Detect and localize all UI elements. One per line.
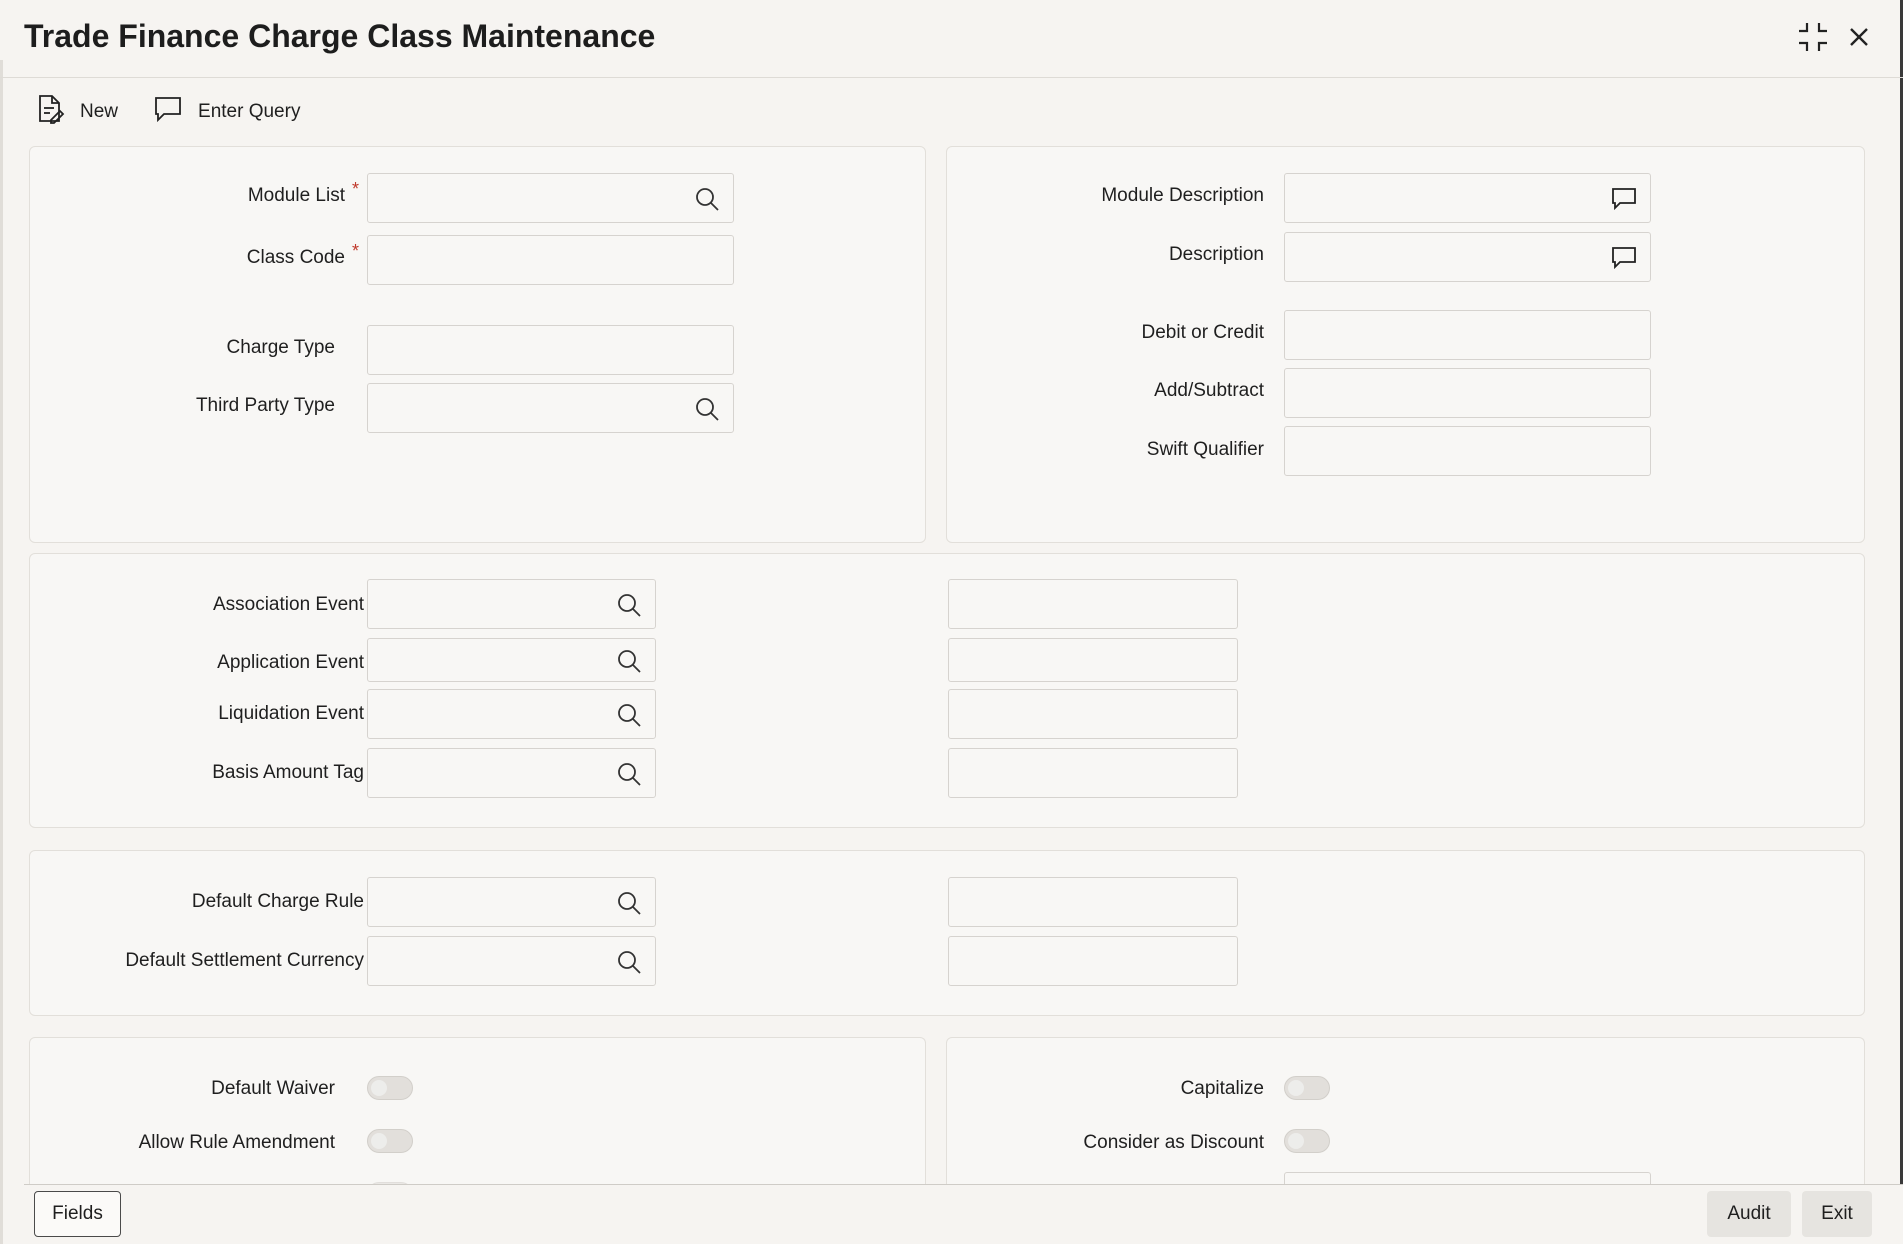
- capitalize-toggle[interactable]: [1284, 1076, 1330, 1100]
- default-charge-rule-label: Default Charge Rule: [191, 891, 364, 912]
- default-settlement-currency-label: Default Settlement Currency: [125, 950, 364, 971]
- enter-query-icon: [152, 93, 184, 131]
- module-description-input[interactable]: [1284, 173, 1651, 223]
- association-event-label: Association Event: [212, 594, 364, 615]
- debit-or-credit-input[interactable]: [1284, 310, 1651, 360]
- application-event-input[interactable]: [367, 638, 656, 682]
- search-icon[interactable]: [615, 760, 643, 788]
- application-event-label: Application Event: [217, 652, 364, 673]
- page-title: Trade Finance Charge Class Maintenance: [24, 18, 656, 54]
- capitalize-label: Capitalize: [1180, 1078, 1264, 1099]
- events-panel: Association Event Application Event Liqu…: [29, 553, 1865, 828]
- default-settlement-currency-description[interactable]: [948, 936, 1238, 986]
- third-party-type-label: Third Party Type: [195, 395, 335, 416]
- required-marker: *: [351, 241, 359, 261]
- allow-rule-amendment-toggle[interactable]: [367, 1129, 413, 1153]
- main-window: Trade Finance Charge Class Maintenance N…: [0, 0, 1903, 1244]
- required-marker: *: [351, 179, 359, 199]
- title-bar: Trade Finance Charge Class Maintenance: [0, 0, 1903, 78]
- search-icon[interactable]: [693, 395, 721, 423]
- search-icon[interactable]: [615, 889, 643, 917]
- module-description-label: Module Description: [1101, 185, 1264, 206]
- default-waiver-label: Default Waiver: [211, 1078, 335, 1099]
- toolbar: New Enter Query: [34, 92, 300, 132]
- search-icon[interactable]: [615, 647, 643, 675]
- close-icon[interactable]: [1842, 20, 1876, 54]
- module-list-label: Module List *: [247, 179, 359, 206]
- consider-as-discount-label: Consider as Discount: [1083, 1132, 1264, 1153]
- basis-amount-tag-description[interactable]: [948, 748, 1238, 798]
- comment-icon[interactable]: [1610, 244, 1638, 272]
- new-label: New: [80, 101, 119, 122]
- debit-or-credit-label: Debit or Credit: [1141, 322, 1265, 343]
- allow-rule-amendment-label: Allow Rule Amendment: [138, 1132, 335, 1153]
- charge-type-label: Charge Type: [226, 337, 335, 358]
- swift-qualifier-label: Swift Qualifier: [1146, 439, 1264, 460]
- default-charge-rule-description[interactable]: [948, 877, 1238, 927]
- minimize-icon[interactable]: [1796, 20, 1830, 54]
- search-icon[interactable]: [615, 948, 643, 976]
- footer-bar: Fields Audit Exit: [24, 1184, 1903, 1244]
- exit-button[interactable]: Exit: [1802, 1191, 1872, 1237]
- module-list-input[interactable]: [367, 173, 734, 223]
- search-icon[interactable]: [615, 591, 643, 619]
- flags-right-panel: Capitalize Consider as Discount: [946, 1037, 1865, 1197]
- liquidation-event-input[interactable]: [367, 689, 656, 739]
- liquidation-event-description[interactable]: [948, 689, 1238, 739]
- basis-amount-tag-input[interactable]: [367, 748, 656, 798]
- consider-as-discount-toggle[interactable]: [1284, 1129, 1330, 1153]
- window-left-border: [0, 60, 3, 1244]
- defaults-panel: Default Charge Rule Default Settlement C…: [29, 850, 1865, 1016]
- default-waiver-toggle[interactable]: [367, 1076, 413, 1100]
- add-subtract-input[interactable]: [1284, 368, 1651, 418]
- swift-qualifier-input[interactable]: [1284, 426, 1651, 476]
- association-event-description[interactable]: [948, 579, 1238, 629]
- enter-query-button[interactable]: Enter Query: [152, 92, 300, 132]
- search-icon[interactable]: [693, 185, 721, 213]
- application-event-description[interactable]: [948, 638, 1238, 682]
- default-settlement-currency-input[interactable]: [367, 936, 656, 986]
- header-left-panel: Module List * Class Code * Charge Type T…: [29, 146, 926, 543]
- enter-query-label: Enter Query: [198, 101, 301, 122]
- liquidation-event-label: Liquidation Event: [218, 703, 364, 724]
- description-label: Description: [1168, 244, 1264, 265]
- default-charge-rule-input[interactable]: [367, 877, 656, 927]
- audit-button[interactable]: Audit: [1707, 1191, 1791, 1237]
- class-code-label: Class Code *: [246, 241, 359, 268]
- fields-button[interactable]: Fields: [34, 1191, 121, 1237]
- basis-amount-tag-label: Basis Amount Tag: [212, 762, 364, 783]
- description-input[interactable]: [1284, 232, 1651, 282]
- flags-left-panel: Default Waiver Allow Rule Amendment: [29, 1037, 926, 1206]
- association-event-input[interactable]: [367, 579, 656, 629]
- header-right-panel: Module Description Description Debit or …: [946, 146, 1865, 543]
- charge-type-input[interactable]: [367, 325, 734, 375]
- class-code-input[interactable]: [367, 235, 734, 285]
- new-button[interactable]: New: [34, 92, 118, 132]
- comment-icon[interactable]: [1610, 185, 1638, 213]
- search-icon[interactable]: [615, 701, 643, 729]
- add-subtract-label: Add/Subtract: [1154, 380, 1264, 401]
- new-document-icon: [34, 93, 66, 131]
- third-party-type-input[interactable]: [367, 383, 734, 433]
